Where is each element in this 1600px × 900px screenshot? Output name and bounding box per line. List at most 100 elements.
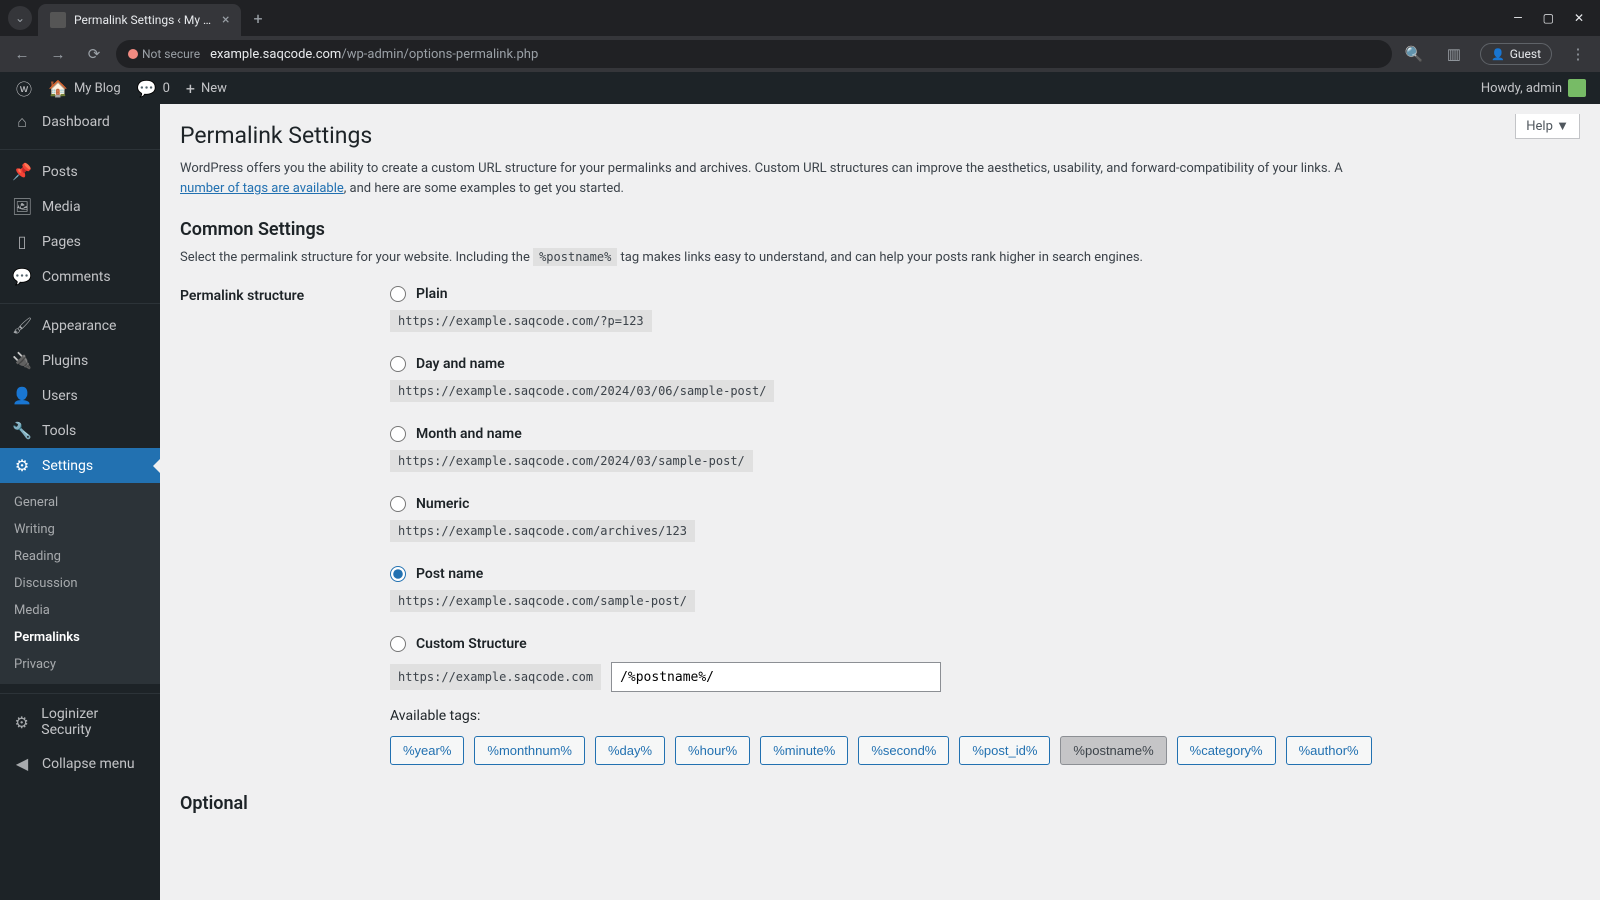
tag-button[interactable]: %day% xyxy=(595,736,665,765)
profile-button[interactable]: Guest xyxy=(1480,43,1552,65)
maximize-icon[interactable]: ▢ xyxy=(1543,11,1554,25)
sidebar-item-label: Settings xyxy=(42,458,93,474)
sidebar-item-label: Tools xyxy=(42,423,76,439)
submenu-item-permalinks[interactable]: Permalinks xyxy=(0,624,160,651)
tag-button[interactable]: %postname% xyxy=(1060,736,1166,765)
sidebar-item-label: Media xyxy=(42,199,81,215)
permalink-structure-row: Permalink structure Plain https://exampl… xyxy=(180,286,1580,773)
sidepanel-icon[interactable]: ▥ xyxy=(1440,45,1468,63)
back-button[interactable]: ← xyxy=(8,45,36,63)
sidebar-item-comments[interactable]: 💬Comments xyxy=(0,259,160,294)
sidebar-item-dashboard[interactable]: ⌂Dashboard xyxy=(0,104,160,140)
radio-numeric[interactable] xyxy=(390,496,406,512)
sidebar-item-appearance[interactable]: 🖌Appearance xyxy=(0,308,160,343)
plugin-icon: 🔌 xyxy=(12,351,32,370)
sidebar-item-label: Dashboard xyxy=(42,114,110,130)
radio-custom[interactable] xyxy=(390,636,406,652)
submenu-item-privacy[interactable]: Privacy xyxy=(0,651,160,678)
option-numeric: Numeric https://example.saqcode.com/arch… xyxy=(390,496,1580,542)
new-label: New xyxy=(201,81,227,96)
comments-menu[interactable]: 💬0 xyxy=(129,72,178,104)
sidebar-item-plugins[interactable]: 🔌 Plugins xyxy=(0,343,160,378)
wp-logo-menu[interactable]: ⓦ xyxy=(8,72,40,104)
browser-tabstrip: ⌄ Permalink Settings ‹ My Blog — × + ― ▢… xyxy=(0,0,1600,36)
minimize-icon[interactable]: ― xyxy=(1513,11,1522,25)
option-day-name: Day and name https://example.saqcode.com… xyxy=(390,356,1580,402)
sidebar-item-label: Appearance xyxy=(42,318,116,334)
user-menu[interactable]: Howdy, admin xyxy=(1481,79,1592,97)
security-badge[interactable]: Not secure xyxy=(128,47,200,61)
option-day-name-label[interactable]: Day and name xyxy=(390,356,1580,372)
radio-post-name[interactable] xyxy=(390,566,406,582)
user-avatar xyxy=(1568,79,1586,97)
site-name-menu[interactable]: 🏠My Blog xyxy=(40,72,129,104)
help-tab[interactable]: Help ▼ xyxy=(1515,114,1580,139)
option-custom: Custom Structure https://example.saqcode… xyxy=(390,636,1580,765)
option-label-text: Day and name xyxy=(416,356,505,372)
tag-button[interactable]: %year% xyxy=(390,736,464,765)
user-icon: 👤 xyxy=(12,386,32,405)
forward-button[interactable]: → xyxy=(44,45,72,63)
option-label-text: Month and name xyxy=(416,426,522,442)
wp-content: Help ▼ Permalink Settings WordPress offe… xyxy=(160,104,1600,900)
sidebar-item-media[interactable]: 🖼Media xyxy=(0,189,160,224)
optional-heading: Optional xyxy=(180,793,1580,814)
radio-month-name[interactable] xyxy=(390,426,406,442)
submenu-item-discussion[interactable]: Discussion xyxy=(0,570,160,597)
sidebar-item-label: Users xyxy=(42,388,78,404)
comment-icon: 💬 xyxy=(12,267,32,286)
tag-button[interactable]: %second% xyxy=(858,736,949,765)
close-window-icon[interactable]: ✕ xyxy=(1574,11,1584,25)
sidebar-submenu-settings: General Writing Reading Discussion Media… xyxy=(0,483,160,684)
common-desc-a: Select the permalink structure for your … xyxy=(180,250,533,265)
plus-icon: + xyxy=(186,79,195,98)
tags-available-link[interactable]: number of tags are available xyxy=(180,181,344,196)
option-custom-label[interactable]: Custom Structure xyxy=(390,636,1580,652)
zoom-icon[interactable]: 🔍 xyxy=(1400,45,1428,63)
tab-search-button[interactable]: ⌄ xyxy=(8,6,32,30)
option-plain-label[interactable]: Plain xyxy=(390,286,1580,302)
option-post-name-example: https://example.saqcode.com/sample-post/ xyxy=(390,590,695,612)
sidebar-item-tools[interactable]: 🔧Tools xyxy=(0,413,160,448)
sidebar-item-posts[interactable]: 📌Posts xyxy=(0,154,160,189)
sidebar-separator xyxy=(0,298,160,304)
address-bar[interactable]: Not secure example.saqcode.com/wp-admin/… xyxy=(116,40,1392,68)
site-name-label: My Blog xyxy=(74,81,121,96)
tag-button[interactable]: %minute% xyxy=(760,736,848,765)
new-content-menu[interactable]: + New xyxy=(178,72,235,104)
sidebar-item-label: Plugins xyxy=(42,353,88,369)
collapse-icon: ◀ xyxy=(12,754,32,773)
option-month-name-label[interactable]: Month and name xyxy=(390,426,1580,442)
radio-day-name[interactable] xyxy=(390,356,406,372)
new-tab-button[interactable]: + xyxy=(253,9,262,28)
postname-code: %postname% xyxy=(533,248,617,266)
browser-tab[interactable]: Permalink Settings ‹ My Blog — × xyxy=(38,4,241,36)
gear-icon: ⚙ xyxy=(12,713,31,732)
option-plain-example: https://example.saqcode.com/?p=123 xyxy=(390,310,652,332)
browser-menu-icon[interactable]: ⋮ xyxy=(1564,45,1592,63)
submenu-item-general[interactable]: General xyxy=(0,489,160,516)
sidebar-item-pages[interactable]: ▯Pages xyxy=(0,224,160,259)
submenu-item-media[interactable]: Media xyxy=(0,597,160,624)
tab-close-icon[interactable]: × xyxy=(222,12,229,28)
tag-button[interactable]: %category% xyxy=(1177,736,1276,765)
tag-button[interactable]: %author% xyxy=(1286,736,1372,765)
tag-button[interactable]: %post_id% xyxy=(959,736,1050,765)
tag-button[interactable]: %hour% xyxy=(675,736,750,765)
page-icon: ▯ xyxy=(12,232,32,251)
reload-button[interactable]: ⟳ xyxy=(80,45,108,63)
option-numeric-label[interactable]: Numeric xyxy=(390,496,1580,512)
sidebar-item-settings[interactable]: ⚙Settings xyxy=(0,448,160,483)
submenu-item-reading[interactable]: Reading xyxy=(0,543,160,570)
sidebar-item-users[interactable]: 👤 Users xyxy=(0,378,160,413)
tag-button[interactable]: %monthnum% xyxy=(474,736,585,765)
sidebar-item-collapse[interactable]: ◀Collapse menu xyxy=(0,746,160,781)
submenu-item-writing[interactable]: Writing xyxy=(0,516,160,543)
option-day-name-example: https://example.saqcode.com/2024/03/06/s… xyxy=(390,380,774,402)
sidebar-item-loginizer[interactable]: ⚙Loginizer Security xyxy=(0,698,160,746)
common-settings-heading: Common Settings xyxy=(180,219,1580,240)
custom-structure-input[interactable] xyxy=(611,662,941,692)
radio-plain[interactable] xyxy=(390,286,406,302)
structure-options: Plain https://example.saqcode.com/?p=123… xyxy=(390,286,1580,773)
option-post-name-label[interactable]: Post name xyxy=(390,566,1580,582)
